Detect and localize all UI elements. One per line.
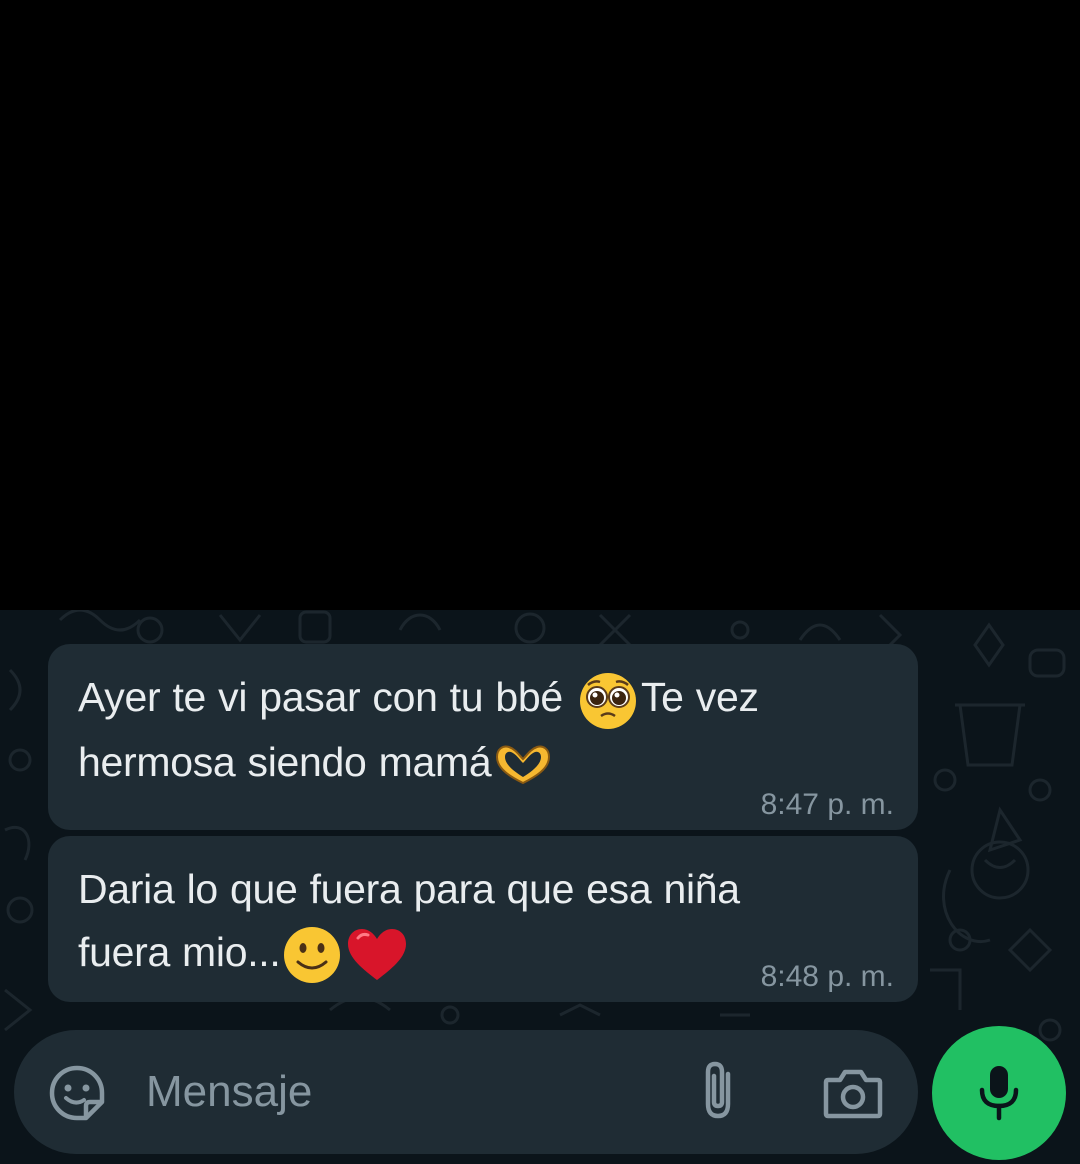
paperclip-icon[interactable] [694, 1060, 742, 1122]
chat-area[interactable]: Ayer te vi pasar con tu bbé Te vez hermo… [0, 610, 1080, 1164]
message-bubble[interactable]: Daria lo que fuera para que esa niña fue… [48, 836, 918, 1002]
microphone-icon [979, 1066, 1019, 1121]
message-timestamp: 8:47 p. m. [760, 788, 894, 821]
heart-hands-emoji-icon [496, 745, 551, 785]
red-heart-emoji-icon [348, 929, 407, 981]
message-composer[interactable]: Mensaje [14, 1030, 918, 1154]
slightly-smiling-face-emoji-icon [284, 927, 341, 984]
message-bubble[interactable]: Ayer te vi pasar con tu bbé Te vez hermo… [48, 644, 918, 830]
camera-icon[interactable] [822, 1066, 884, 1120]
emoji-sticker-icon[interactable] [48, 1064, 106, 1122]
blank-area [0, 0, 1080, 610]
message-text-line1-part2: Te vez [640, 674, 759, 720]
message-text-line2: hermosa siendo mamá [78, 739, 492, 786]
voice-message-button[interactable] [932, 1026, 1066, 1160]
message-text-line1: Daria lo que fuera para que esa niña [78, 866, 740, 912]
message-text-line2: fuera mio... [78, 929, 281, 975]
screen: Ayer te vi pasar con tu bbé Te vez hermo… [0, 0, 1080, 1164]
pleading-face-emoji-icon [579, 673, 636, 730]
message-text: Ayer te vi pasar con tu bbé Te vez hermo… [78, 666, 892, 794]
message-input[interactable]: Mensaje [146, 1066, 312, 1118]
message-timestamp: 8:48 p. m. [760, 960, 894, 993]
message-text-line1-part1: Ayer te vi pasar con tu bbé [78, 674, 575, 720]
